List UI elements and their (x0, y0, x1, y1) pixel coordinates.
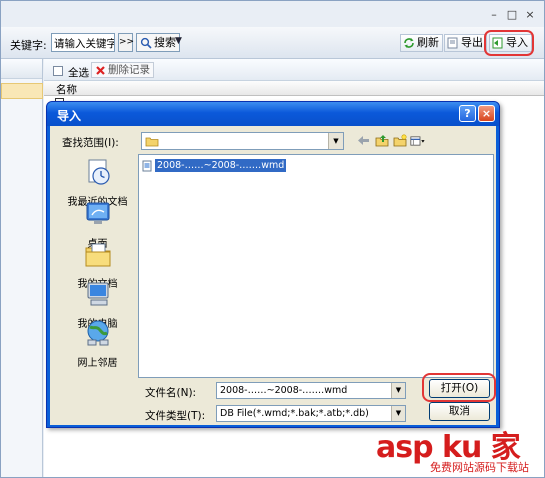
look-in-label: 查找范围(I): (62, 137, 119, 149)
new-folder-icon[interactable] (392, 133, 407, 148)
dialog-help-button[interactable]: ? (459, 105, 476, 122)
file-name-label: 文件名(N): (145, 387, 197, 399)
maximize-button[interactable]: □ (506, 9, 518, 21)
search-button[interactable]: 搜索 (136, 33, 180, 52)
left-pane (1, 59, 43, 477)
up-folder-icon[interactable] (374, 133, 389, 148)
file-type-value: DB File(*.wmd;*.bak;*.atb;*.db) (220, 408, 369, 419)
refresh-label: 刷新 (417, 36, 439, 49)
select-all-checkbox[interactable] (53, 66, 63, 76)
keyword-input[interactable]: 请输入关键字 (51, 33, 115, 52)
select-all-label: 全选 (68, 67, 89, 79)
dialog-title: 导入 (57, 109, 82, 123)
minimize-button[interactable]: – (488, 9, 500, 21)
file-item-name: 2008-……~2008-…….wmd (155, 159, 287, 172)
file-list[interactable]: 2008-……~2008-…….wmd (138, 154, 494, 378)
desktop-icon (86, 202, 109, 224)
file-name-field[interactable]: 2008-……~2008-…….wmd ▼ (216, 382, 406, 399)
refresh-icon (404, 38, 414, 48)
dialog-titlebar[interactable]: 导入 ? × (47, 102, 499, 126)
watermark-subtitle: 免费网站源码下载站 (430, 461, 529, 474)
delete-records-label: 删除记录 (108, 64, 150, 76)
network-places-icon (87, 320, 108, 346)
search-button-label: 搜索 (154, 36, 176, 49)
folder-icon (145, 137, 159, 147)
database-file-icon (142, 160, 152, 171)
back-icon[interactable] (356, 133, 371, 148)
file-name-value: 2008-……~2008-…….wmd (220, 385, 348, 396)
delete-records-button[interactable]: 删除记录 (91, 62, 154, 78)
search-dropdown-icon[interactable]: ▼ (175, 36, 182, 46)
look-in-dropdown[interactable]: ▼ (141, 132, 344, 150)
my-documents-icon (85, 243, 110, 267)
file-type-label: 文件类型(T): (145, 410, 206, 422)
list-header: 名称 (44, 81, 544, 97)
delete-icon (96, 65, 105, 75)
my-computer-icon (87, 282, 108, 306)
navigation-toolbar (356, 133, 425, 148)
toolbar: 关键字: 请输入关键字 >> 搜索 ▼ 刷新 导出 导入 (1, 27, 544, 59)
column-header-name[interactable]: 名称 (56, 82, 77, 97)
search-icon (140, 37, 152, 49)
export-button[interactable]: 导出 (444, 34, 487, 52)
open-highlight-circle (422, 373, 496, 402)
export-icon (447, 37, 458, 49)
places-bar: 我最近的文档 桌面 我的文档 (62, 153, 133, 423)
export-label: 导出 (461, 36, 483, 49)
chevron-down-icon[interactable]: ▼ (328, 133, 343, 149)
go-button[interactable]: >> (118, 33, 134, 52)
view-menu-icon[interactable] (410, 133, 425, 148)
file-type-dropdown[interactable]: DB File(*.wmd;*.bak;*.atb;*.db) ▼ (216, 405, 406, 422)
recent-documents-icon (88, 159, 110, 185)
chevron-down-icon[interactable]: ▼ (391, 406, 405, 421)
keyword-label: 关键字: (10, 39, 47, 52)
place-network[interactable]: 网上邻居 (62, 318, 133, 369)
window-close-button[interactable]: × (524, 9, 536, 21)
import-highlight-circle (484, 30, 534, 56)
watermark-logo: asp ku 家 免费网站源码下载站 (372, 422, 542, 478)
place-label: 网上邻居 (77, 358, 118, 369)
left-pane-header (1, 59, 42, 79)
refresh-button[interactable]: 刷新 (400, 34, 443, 52)
dialog-close-button[interactable]: × (478, 105, 495, 122)
window-controls: – □ × (488, 9, 536, 21)
list-toolbar: 全选 删除记录 (44, 59, 544, 81)
chevron-down-icon[interactable]: ▼ (391, 383, 405, 398)
file-item[interactable]: 2008-……~2008-…….wmd (142, 158, 287, 173)
left-pane-selected-item[interactable] (1, 83, 43, 99)
cancel-button[interactable]: 取消 (429, 402, 490, 421)
